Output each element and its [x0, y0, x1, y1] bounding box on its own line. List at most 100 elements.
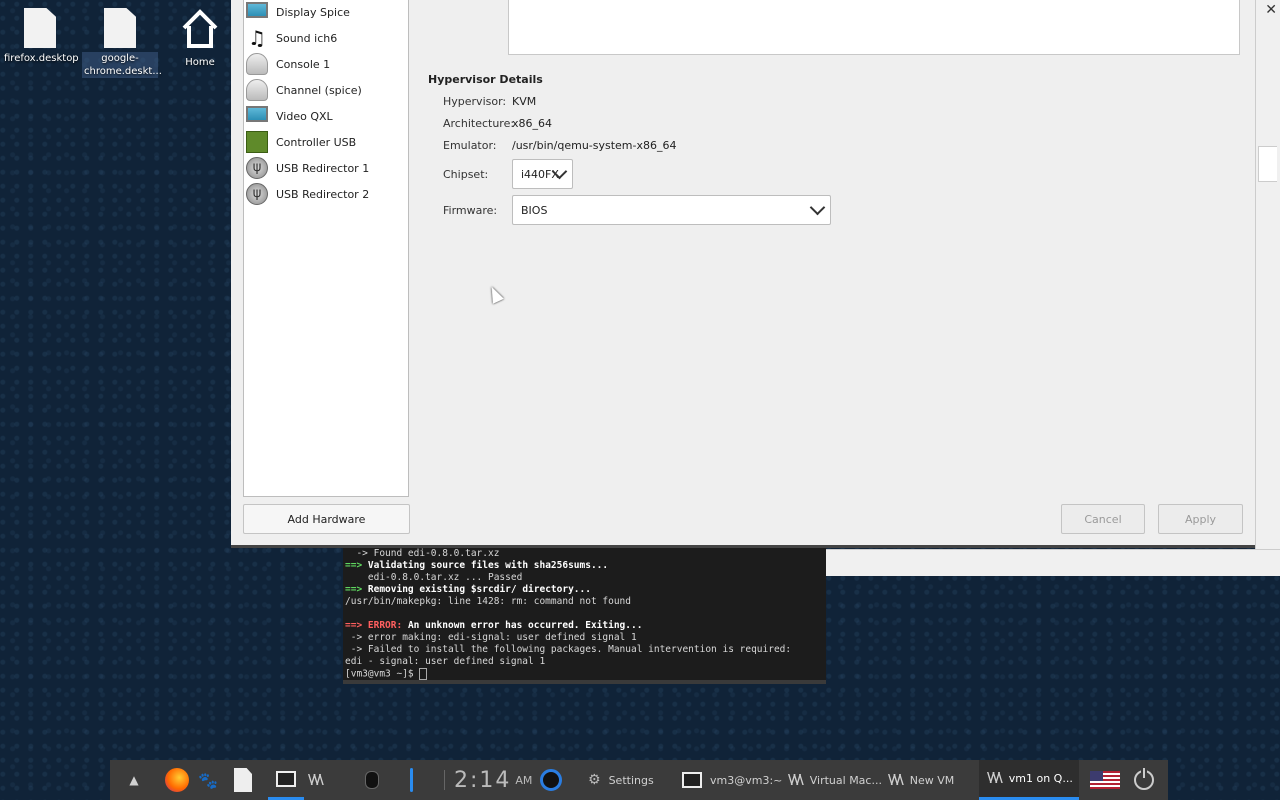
console-icon [246, 53, 268, 75]
file-icon [104, 8, 136, 48]
terminal-line: edi-0.8.0.tar.xz ... Passed [345, 572, 523, 583]
usb-icon: ψ [246, 183, 268, 205]
hardware-item-console[interactable]: Console 1 [244, 51, 408, 77]
animal-logo-icon: 🐾 [198, 770, 218, 790]
hardware-item-usb-redirector-2[interactable]: ψ USB Redirector 2 [244, 181, 408, 207]
background-window: ✕ [1255, 0, 1280, 575]
chipset-label: Chipset: [443, 168, 489, 181]
add-hardware-button[interactable]: Add Hardware [243, 504, 410, 534]
hypervisor-label: Hypervisor: [443, 95, 507, 108]
controller-icon [246, 131, 268, 153]
ring-icon [540, 769, 562, 791]
terminal-window[interactable]: -> Found edi-0.8.0.tar.xz ==> Validating … [343, 546, 826, 684]
terminal-line: /usr/bin/makepkg: line 1428: rm: command… [345, 596, 631, 607]
home-icon [182, 9, 218, 48]
task-settings[interactable]: ⚙ Settings [588, 760, 654, 800]
show-desktop-chevron-up-icon[interactable]: ▲ [124, 760, 144, 800]
clock[interactable]: 2:14 AM [454, 760, 532, 800]
cancel-button[interactable]: Cancel [1061, 504, 1145, 534]
us-flag-icon [1090, 771, 1120, 789]
hardware-item-usb-redirector-1[interactable]: ψ USB Redirector 1 [244, 155, 408, 181]
terminal-line: edi - signal: user defined signal 1 [345, 656, 546, 667]
desktop-icon-firefox[interactable]: firefox.desktop [2, 2, 79, 65]
desktop-icon-label: firefox.desktop [4, 53, 79, 64]
hardware-item-display-spice[interactable]: Display Spice [244, 0, 408, 25]
hypervisor-section-title: Hypervisor Details [428, 73, 543, 86]
terminal-line: ==> Validating source files with sha256s… [345, 560, 609, 571]
monitor-icon [246, 2, 268, 18]
hardware-item-video[interactable]: Video QXL [244, 103, 408, 129]
launcher-ring[interactable] [540, 760, 562, 800]
hardware-item-sound[interactable]: ♫ Sound ich6 [244, 25, 408, 51]
task-terminal[interactable]: vm3@vm3:~ [682, 760, 782, 800]
files-launcher[interactable] [234, 760, 252, 800]
volume-indicator[interactable] [410, 760, 413, 800]
hardware-item-label: Sound ich6 [276, 31, 338, 45]
microphone-icon [365, 771, 379, 789]
firmware-label: Firmware: [443, 204, 498, 217]
gear-icon: ⚙ [588, 772, 601, 788]
architecture-label: Architecture: [443, 117, 515, 130]
firmware-selected-value: BIOS [521, 203, 548, 217]
task-label: vm3@vm3:~ [710, 773, 783, 787]
vm-details-dialog: Display Spice ♫ Sound ich6 Console 1 Cha… [231, 0, 1255, 548]
hardware-item-label: Display Spice [276, 5, 350, 19]
emulator-label: Emulator: [443, 139, 497, 152]
file-icon [24, 8, 56, 48]
terminal-launcher[interactable] [268, 760, 304, 800]
keyboard-layout-indicator[interactable] [1090, 760, 1120, 800]
microphone-indicator[interactable] [365, 760, 379, 800]
hardware-item-label: USB Redirector 1 [276, 161, 370, 175]
hardware-item-channel[interactable]: Channel (spice) [244, 77, 408, 103]
clock-ampm: AM [515, 773, 533, 787]
background-field [1258, 146, 1277, 182]
task-label: Virtual Mac... [809, 773, 882, 787]
firmware-dropdown[interactable]: BIOS [512, 195, 831, 225]
architecture-value: x86_64 [512, 117, 553, 130]
firefox-launcher[interactable] [165, 760, 189, 800]
volume-slider-icon [410, 768, 413, 792]
hardware-item-controller-usb[interactable]: Controller USB [244, 129, 408, 155]
terminal-line: ==> Removing existing $srcdir/ directory… [345, 584, 591, 595]
virt-manager-icon: \/\/\ [308, 772, 324, 788]
video-icon [246, 106, 268, 122]
desktop-icon-chrome[interactable]: google- chrome.deskt... [82, 2, 162, 78]
power-button[interactable] [1134, 760, 1154, 800]
file-icon [234, 768, 252, 792]
terminal-line: -> Found edi-0.8.0.tar.xz [345, 548, 500, 559]
desktop-icon-home[interactable]: Home [162, 2, 238, 69]
task-virt-manager[interactable]: \/\/\ Virtual Mac... [788, 760, 882, 800]
terminal-line: -> Failed to install the following packa… [345, 644, 792, 655]
description-textarea[interactable] [508, 0, 1240, 55]
power-icon [1134, 768, 1154, 790]
taskbar: ▲ 🐾 \/\/\ 2:14 AM ⚙ Settings vm3@vm3:~ \… [110, 760, 1168, 800]
hardware-item-label: Controller USB [276, 135, 357, 149]
terminal-line: [vm3@vm3 ~]$ [345, 668, 826, 680]
emulator-value: /usr/bin/qemu-system-x86_64 [512, 139, 677, 152]
terminal-line: ==> ERROR: An unknown error has occurred… [345, 620, 643, 631]
close-icon[interactable]: ✕ [1265, 2, 1277, 18]
task-new-vm[interactable]: \/\/\ New VM [888, 760, 954, 800]
hardware-item-label: Video QXL [276, 109, 333, 123]
terminal-cursor [419, 668, 428, 680]
terminal-icon [682, 772, 702, 788]
task-label: Settings [608, 773, 654, 787]
usb-icon: ψ [246, 157, 268, 179]
virt-manager-icon: \/\/\ [987, 771, 1003, 786]
virt-manager-launcher[interactable]: \/\/\ [308, 760, 324, 800]
virt-manager-icon: \/\/\ [888, 772, 904, 788]
gnome-logo-launcher[interactable]: 🐾 [198, 760, 218, 800]
channel-icon [246, 79, 268, 101]
desktop-icon-label: google- chrome.deskt... [82, 52, 162, 78]
hardware-item-label: Console 1 [276, 57, 331, 71]
task-vm1[interactable]: \/\/\ vm1 on Q... [979, 760, 1079, 800]
sound-icon: ♫ [248, 26, 266, 50]
virt-manager-icon: \/\/\ [788, 772, 804, 788]
chevron-down-icon [809, 199, 826, 216]
hardware-list[interactable]: Display Spice ♫ Sound ich6 Console 1 Cha… [243, 0, 409, 497]
terminal-scrollbar[interactable] [343, 680, 826, 684]
task-label: New VM [909, 773, 955, 787]
chipset-dropdown[interactable]: i440FX [512, 159, 573, 189]
apply-button[interactable]: Apply [1158, 504, 1243, 534]
